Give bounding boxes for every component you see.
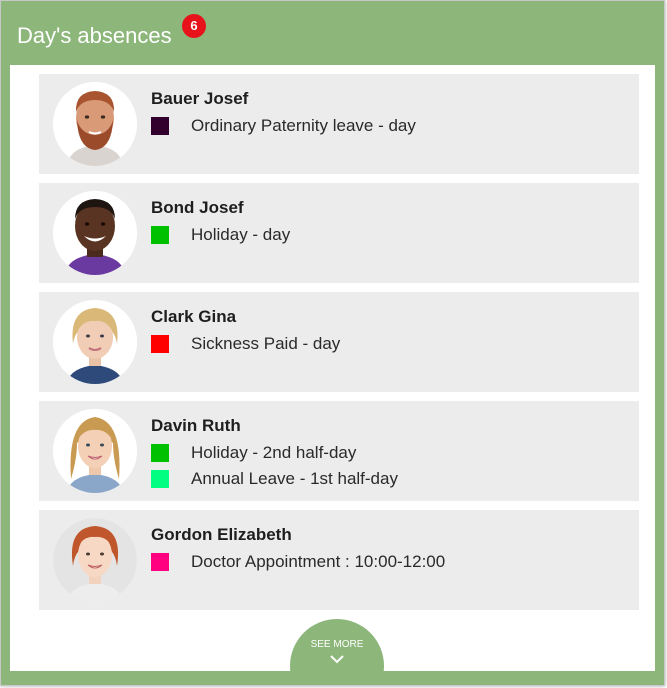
absence-type-swatch (151, 117, 169, 135)
absence-card[interactable]: Gordon Elizabeth Doctor Appointment : 10… (39, 510, 639, 610)
see-more-button[interactable]: SEE MORE (290, 619, 384, 685)
avatar (53, 518, 137, 602)
absence-list: Bauer Josef Ordinary Paternity leave - d… (39, 74, 639, 619)
absence-type-label: Annual Leave - 1st half-day (191, 469, 398, 488)
widget-title: Day's absences (17, 23, 172, 48)
absence-type-swatch (151, 470, 169, 488)
absence-card[interactable]: Bond Josef Holiday - day (39, 183, 639, 283)
employee-name: Davin Ruth (151, 416, 241, 435)
absence-card[interactable]: Bauer Josef Ordinary Paternity leave - d… (39, 74, 639, 174)
absence-type-swatch (151, 553, 169, 571)
employee-name: Bond Josef (151, 198, 244, 217)
widget-header: Day's absences 6 (1, 1, 664, 65)
absence-type-label: Holiday - day (191, 225, 291, 244)
left-border (1, 65, 10, 671)
avatar (53, 409, 137, 493)
absences-widget: Day's absences 6 Bauer Josef Ordinary Pa… (0, 0, 665, 686)
absence-type-swatch (151, 226, 169, 244)
employee-name: Bauer Josef (151, 89, 249, 108)
see-more-label: SEE MORE (310, 639, 364, 650)
absence-type-label: Doctor Appointment : 10:00-12:00 (191, 552, 446, 571)
absence-type-label: Holiday - 2nd half-day (191, 443, 357, 462)
absence-card[interactable]: Clark Gina Sickness Paid - day (39, 292, 639, 392)
right-border (655, 65, 664, 671)
absence-type-swatch (151, 444, 169, 462)
absence-type-label: Ordinary Paternity leave - day (191, 116, 416, 135)
absence-card[interactable]: Davin Ruth Holiday - 2nd half-day Annual… (39, 401, 639, 501)
avatar (53, 82, 137, 166)
avatar (53, 191, 137, 275)
employee-name: Clark Gina (151, 307, 237, 326)
absence-type-swatch (151, 335, 169, 353)
avatar (53, 300, 137, 384)
employee-name: Gordon Elizabeth (151, 525, 292, 544)
chevron-down-icon (330, 655, 344, 664)
absence-type-label: Sickness Paid - day (191, 334, 341, 353)
absence-count-badge: 6 (182, 14, 206, 38)
